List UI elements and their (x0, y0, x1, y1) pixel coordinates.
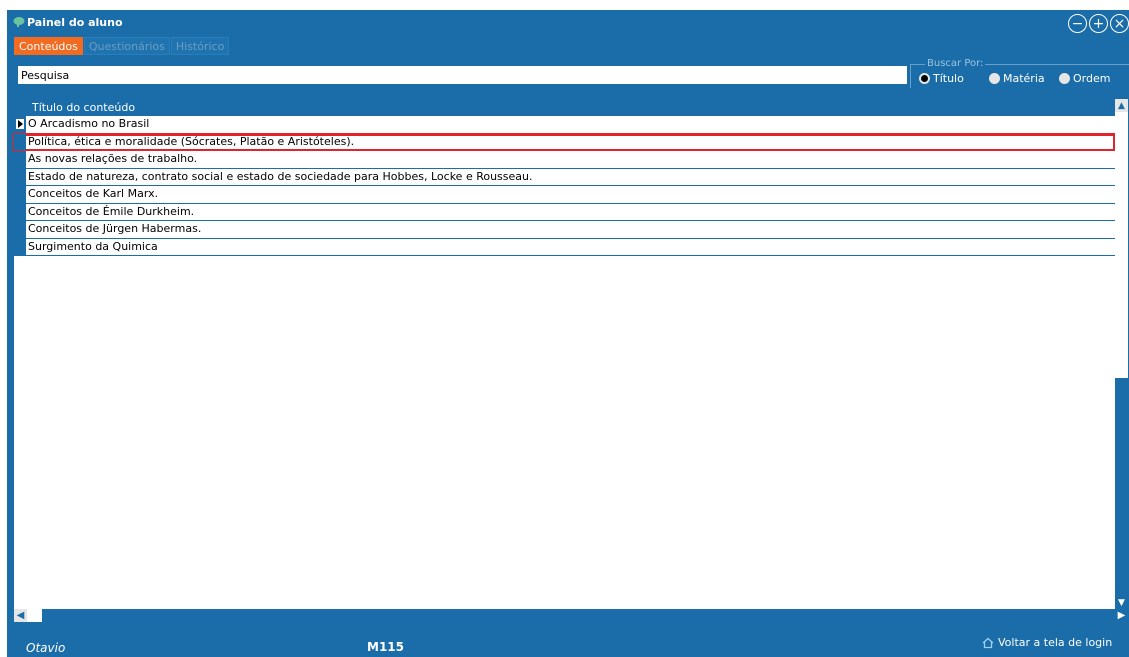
chevron-right-icon: ▶ (1117, 610, 1126, 621)
scroll-up-button[interactable]: ▲ (1115, 99, 1128, 112)
scroll-right-button[interactable]: ▶ (1115, 609, 1128, 622)
chevron-up-icon: ▲ (1118, 100, 1125, 111)
row-indicator (14, 133, 26, 150)
current-row-arrow-icon (16, 119, 24, 129)
machine-code: M115 (367, 640, 404, 654)
row-indicator (14, 238, 26, 255)
student-panel-window: Painel do aluno − + × Conteúdos Question… (7, 10, 1129, 657)
table-row[interactable]: As novas relações de trabalho. (14, 151, 1115, 169)
minimize-icon: − (1071, 15, 1084, 32)
row-title: As novas relações de trabalho. (28, 152, 198, 165)
table-row[interactable]: Surgimento da Quimica (14, 238, 1115, 256)
table-row[interactable]: O Arcadismo no Brasil (14, 116, 1115, 134)
horizontal-scroll-thumb[interactable] (27, 609, 42, 622)
table-row[interactable]: Estado de natureza, contrato social e es… (14, 168, 1115, 186)
row-indicator (14, 221, 26, 238)
home-icon (982, 637, 994, 648)
close-button[interactable]: × (1110, 14, 1129, 33)
chevron-left-icon: ◀ (16, 610, 25, 621)
title-bar[interactable]: Painel do aluno − + × (7, 10, 1129, 36)
radio-materia[interactable]: Matéria (989, 72, 1045, 85)
radio-dot-icon (989, 73, 1000, 84)
radio-materia-label: Matéria (1003, 72, 1045, 85)
maximize-icon: + (1092, 15, 1105, 32)
row-title: Conceitos de Émile Durkheim. (28, 204, 195, 218)
radio-dot-icon (1059, 73, 1070, 84)
column-header-titulo[interactable]: Título do conteúdo (14, 99, 1115, 116)
grid-rows: O Arcadismo no Brasil Política, ética e … (13, 116, 1116, 256)
minimize-button[interactable]: − (1068, 14, 1087, 33)
radio-titulo[interactable]: Título (919, 72, 964, 85)
scroll-left-button[interactable]: ◀ (14, 609, 27, 622)
horizontal-scrollbar[interactable]: ◀ ▶ (14, 609, 1128, 622)
scroll-down-button[interactable]: ▼ (1115, 596, 1128, 609)
back-to-login-link[interactable]: Voltar a tela de login (982, 636, 1112, 649)
search-by-group: Buscar Por: Título Matéria Ordem (910, 58, 1129, 88)
row-title: Conceitos de Jürgen Habermas. (28, 222, 202, 235)
window-controls: − + × (1068, 14, 1129, 34)
row-indicator (14, 116, 26, 133)
row-title: Conceitos de Karl Marx. (28, 187, 159, 200)
radio-ordem-label: Ordem (1073, 72, 1111, 85)
radio-ordem[interactable]: Ordem (1059, 72, 1110, 85)
maximize-button[interactable]: + (1089, 14, 1108, 33)
radio-titulo-label: Título (933, 72, 964, 85)
table-row[interactable]: Conceitos de Émile Durkheim. (14, 203, 1115, 221)
row-indicator (14, 186, 26, 203)
radio-dot-icon (919, 73, 930, 84)
vertical-scrollbar[interactable]: ▲ ▼ (1115, 99, 1128, 609)
user-name: Otavio (26, 641, 66, 655)
chevron-down-icon: ▼ (1118, 597, 1125, 608)
row-title: Política, ética e moralidade (Sócrates, … (28, 134, 355, 148)
row-title: Estado de natureza, contrato social e es… (28, 169, 533, 183)
tab-questionarios[interactable]: Questionários (83, 37, 170, 55)
tab-conteudos[interactable]: Conteúdos (14, 37, 83, 55)
row-title: Surgimento da Quimica (28, 239, 158, 253)
table-row[interactable]: Política, ética e moralidade (Sócrates, … (13, 132, 1116, 152)
tab-bar: Conteúdos Questionários Histórico (14, 37, 230, 55)
window-title: Painel do aluno (27, 16, 123, 29)
vertical-scroll-track[interactable] (1115, 378, 1128, 596)
vertical-scroll-thumb[interactable] (1115, 112, 1128, 378)
search-by-label: Buscar Por: (925, 58, 986, 70)
contents-grid: Título do conteúdo O Arcadismo no Brasil… (13, 99, 1128, 622)
brain-icon (13, 17, 25, 27)
close-icon: × (1113, 15, 1126, 32)
table-row[interactable]: Conceitos de Jürgen Habermas. (14, 221, 1115, 239)
row-title: O Arcadismo no Brasil (28, 117, 150, 130)
tab-historico[interactable]: Histórico (170, 37, 230, 55)
search-input[interactable] (18, 66, 907, 84)
table-row[interactable]: Conceitos de Karl Marx. (14, 186, 1115, 204)
row-indicator (14, 168, 26, 185)
back-to-login-label: Voltar a tela de login (998, 636, 1113, 649)
row-indicator (14, 203, 26, 220)
row-indicator (14, 151, 26, 168)
